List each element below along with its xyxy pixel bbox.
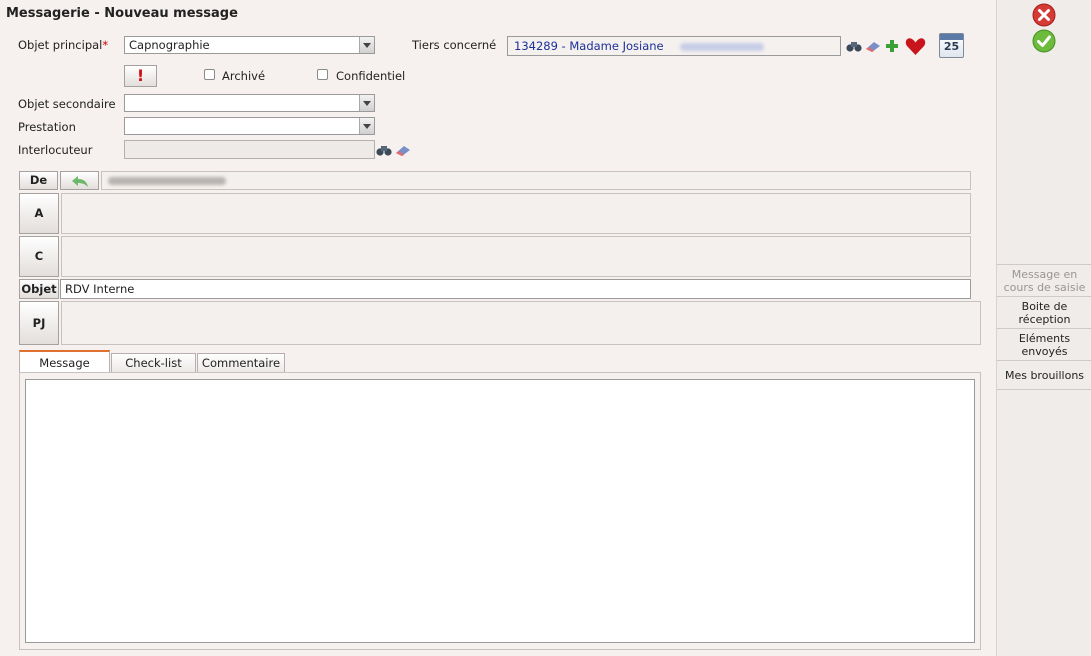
objet-secondaire-select[interactable] — [124, 94, 375, 112]
binoculars-icon[interactable] — [846, 40, 862, 53]
sidebar-item-boite-reception[interactable]: Boite de réception — [997, 296, 1091, 328]
important-button[interactable]: ! — [124, 65, 157, 87]
binoculars-icon[interactable] — [376, 144, 392, 157]
dropdown-arrow-icon[interactable] — [359, 95, 374, 111]
eraser-icon[interactable] — [864, 40, 882, 53]
dropdown-arrow-icon[interactable] — [359, 37, 374, 53]
pj-button[interactable]: PJ — [19, 301, 59, 345]
prestation-label: Prestation — [18, 120, 76, 134]
reply-button[interactable] — [60, 171, 99, 190]
archive-checkbox[interactable] — [204, 69, 215, 80]
tiers-value: 134289 - Madame Josiane — [514, 39, 664, 53]
tiers-label: Tiers concerné — [412, 38, 497, 52]
objet-input[interactable]: RDV Interne — [60, 279, 971, 299]
sidebar-item-message-en-cours: Message en cours de saisie — [997, 264, 1091, 296]
tab-check-list[interactable]: Check-list — [111, 353, 196, 372]
archive-label: Archivé — [222, 69, 266, 83]
sidebar-item-mes-brouillons[interactable]: Mes brouillons — [997, 360, 1091, 390]
confidentiel-label: Confidentiel — [336, 69, 406, 83]
eraser-icon[interactable] — [394, 144, 412, 157]
page-title: Messagerie - Nouveau message — [6, 6, 238, 21]
confidentiel-checkbox[interactable] — [317, 69, 328, 80]
important-icon: ! — [136, 66, 145, 85]
tab-message[interactable]: Message — [19, 350, 110, 372]
heart-icon[interactable] — [905, 37, 926, 56]
de-redacted-sender — [108, 177, 226, 185]
dropdown-arrow-icon[interactable] — [359, 118, 374, 134]
required-mark: * — [102, 38, 109, 52]
calendar-day: 25 — [943, 40, 960, 53]
de-button[interactable]: De — [19, 171, 58, 190]
sidebar-item-elements-envoyes[interactable]: Eléments envoyés — [997, 328, 1091, 360]
a-button[interactable]: A — [19, 193, 59, 234]
sidebar: Message en cours de saisie Boite de réce… — [996, 0, 1091, 656]
objet-principal-value: Capnographie — [129, 38, 210, 52]
objet-principal-label: Objet principal* — [18, 38, 109, 52]
plus-icon[interactable] — [885, 39, 899, 53]
tab-commentaire[interactable]: Commentaire — [197, 353, 285, 372]
c-field[interactable] — [61, 236, 971, 277]
prestation-select[interactable] — [124, 117, 375, 135]
tiers-field[interactable]: 134289 - Madame Josiane — [507, 36, 841, 56]
de-field[interactable] — [101, 171, 971, 190]
check-icon[interactable] — [1032, 29, 1056, 53]
a-field[interactable] — [61, 193, 971, 234]
objet-label: Objet — [19, 279, 59, 299]
reply-icon — [71, 176, 88, 187]
c-button[interactable]: C — [19, 236, 59, 277]
message-body-editor[interactable] — [25, 379, 975, 643]
calendar-icon[interactable]: 25 — [939, 33, 964, 58]
tiers-redacted-name — [680, 43, 764, 51]
close-icon[interactable] — [1032, 3, 1056, 27]
objet-value: RDV Interne — [65, 282, 135, 296]
pj-field[interactable] — [61, 301, 981, 345]
interlocuteur-field[interactable] — [124, 140, 375, 159]
objet-secondaire-label: Objet secondaire — [18, 97, 116, 111]
interlocuteur-label: Interlocuteur — [18, 143, 93, 157]
message-panel — [19, 372, 981, 650]
objet-principal-select[interactable]: Capnographie — [124, 36, 375, 54]
